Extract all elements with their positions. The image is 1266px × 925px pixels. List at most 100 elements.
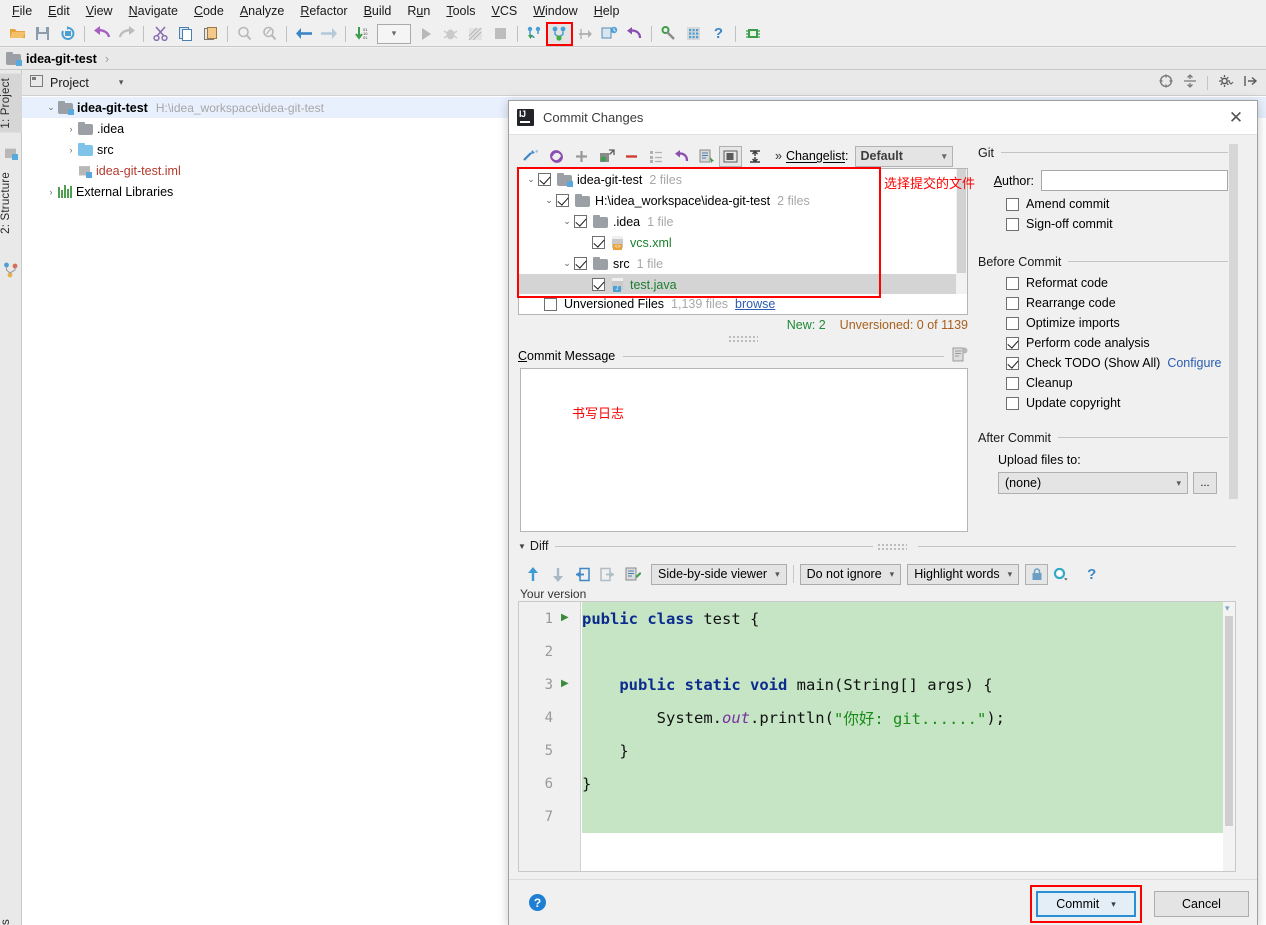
redo-icon[interactable] bbox=[114, 23, 139, 45]
project-structure-icon[interactable] bbox=[681, 23, 706, 45]
option-checkbox[interactable] bbox=[1006, 376, 1019, 390]
new-changelist-icon[interactable] bbox=[569, 145, 594, 167]
push-icon[interactable] bbox=[572, 23, 597, 45]
chevron-right-icon[interactable]: › bbox=[64, 145, 78, 155]
next-difference-icon[interactable] bbox=[545, 563, 570, 585]
run-coverage-icon[interactable] bbox=[463, 23, 488, 45]
tool-window-structure[interactable]: 2: Structure bbox=[0, 168, 22, 238]
group-by-directory-icon[interactable] bbox=[719, 145, 742, 167]
commit-button[interactable]: Commit ▾ bbox=[1036, 891, 1136, 917]
menu-item-tools[interactable]: Tools bbox=[438, 2, 483, 20]
author-field[interactable] bbox=[1041, 170, 1228, 191]
show-diff-preview-icon[interactable] bbox=[694, 145, 719, 167]
chevron-right-icon[interactable]: › bbox=[44, 187, 58, 197]
diff-viewer[interactable]: 1 ▶ 2 3 ▶ 4 5 6 7 public class test { public sta… bbox=[518, 601, 1236, 872]
changes-tree-row[interactable]: ⌄ .idea 1 file bbox=[519, 211, 967, 232]
menu-item-help[interactable]: Help bbox=[586, 2, 628, 20]
message-history-icon[interactable] bbox=[952, 347, 968, 365]
find-icon[interactable] bbox=[232, 23, 257, 45]
run-icon[interactable] bbox=[413, 23, 438, 45]
chevron-down-icon[interactable]: ⌄ bbox=[560, 216, 574, 227]
gear-icon[interactable] bbox=[1218, 74, 1234, 91]
open-folder-icon[interactable] bbox=[5, 23, 30, 45]
amend-commit-checkbox[interactable] bbox=[1006, 197, 1019, 211]
fold-marker-icon[interactable]: ▶ bbox=[561, 612, 569, 623]
rollback-icon[interactable] bbox=[622, 23, 647, 45]
compile-icon[interactable]: 01 10 01 bbox=[350, 23, 375, 45]
menu-item-window[interactable]: Window bbox=[525, 2, 585, 20]
changes-tree-row[interactable]: Jtest.java bbox=[519, 274, 967, 295]
menu-item-file[interactable]: File bbox=[4, 2, 40, 20]
hide-icon[interactable] bbox=[1244, 74, 1258, 91]
scrollbar-thumb[interactable] bbox=[1225, 616, 1233, 826]
option-cleanup[interactable]: Cleanup bbox=[978, 376, 1228, 390]
option-checkbox[interactable] bbox=[1006, 316, 1019, 330]
option-reformat-code[interactable]: Reformat code bbox=[978, 276, 1228, 290]
menu-item-view[interactable]: View bbox=[78, 2, 121, 20]
copy-icon[interactable] bbox=[173, 23, 198, 45]
breadcrumb-project-name[interactable]: idea-git-test bbox=[26, 52, 97, 66]
cancel-button[interactable]: Cancel bbox=[1154, 891, 1249, 917]
settings-icon[interactable] bbox=[656, 23, 681, 45]
gear-icon[interactable] bbox=[1048, 563, 1073, 585]
menu-item-vcs[interactable]: VCS bbox=[484, 2, 526, 20]
move-to-changelist-icon[interactable] bbox=[594, 145, 619, 167]
option-perform-code-analysis[interactable]: Perform code analysis bbox=[978, 336, 1228, 350]
chevron-down-icon[interactable]: ⌄ bbox=[542, 195, 556, 206]
option-amend-commit[interactable]: Amend commit bbox=[978, 197, 1228, 211]
edit-source-icon[interactable] bbox=[620, 563, 645, 585]
expand-collapse-icon[interactable] bbox=[742, 145, 767, 167]
close-icon[interactable]: ✕ bbox=[1223, 105, 1249, 131]
debug-icon[interactable] bbox=[438, 23, 463, 45]
scrollbar-thumb[interactable] bbox=[1229, 144, 1238, 499]
fold-marker-icon[interactable]: ▶ bbox=[561, 678, 569, 689]
browse-link[interactable]: browse bbox=[735, 297, 775, 311]
prev-difference-icon[interactable] bbox=[520, 563, 545, 585]
option-checkbox[interactable] bbox=[1006, 296, 1019, 310]
diff-scrollbar[interactable]: ▾ bbox=[1223, 602, 1235, 871]
menu-item-code[interactable]: Code bbox=[186, 2, 232, 20]
menu-item-navigate[interactable]: Navigate bbox=[121, 2, 186, 20]
highlight-mode-combo[interactable]: Highlight words ▾ bbox=[907, 563, 1020, 585]
paste-icon[interactable] bbox=[198, 23, 223, 45]
update-project-icon[interactable] bbox=[522, 23, 547, 45]
chevron-down-icon[interactable]: ⌄ bbox=[44, 102, 58, 113]
option-optimize-imports[interactable]: Optimize imports bbox=[978, 316, 1228, 330]
chevron-down-icon[interactable]: ▾ bbox=[119, 77, 124, 88]
compare-icon[interactable] bbox=[597, 23, 622, 45]
sync-icon[interactable] bbox=[55, 23, 80, 45]
changes-row-checkbox[interactable] bbox=[592, 278, 605, 291]
chevron-down-icon[interactable]: ▼ bbox=[518, 542, 526, 551]
tool-window-project[interactable]: 1: Project bbox=[0, 74, 22, 133]
back-icon[interactable] bbox=[291, 23, 316, 45]
lock-icon[interactable] bbox=[1025, 563, 1049, 585]
undo-icon[interactable] bbox=[89, 23, 114, 45]
replace-icon[interactable] bbox=[257, 23, 282, 45]
rollback-icon[interactable] bbox=[669, 145, 694, 167]
configure-link[interactable]: Configure bbox=[1167, 356, 1221, 370]
changelist-combo[interactable]: Default ▾ bbox=[854, 145, 953, 167]
run-configuration-combo[interactable]: ▾ bbox=[377, 23, 411, 44]
show-diff-icon[interactable] bbox=[519, 145, 544, 167]
unversioned-files-row[interactable]: Unversioned Files 1,139 files browse bbox=[518, 294, 968, 315]
stop-icon[interactable] bbox=[488, 23, 513, 45]
option-rearrange-code[interactable]: Rearrange code bbox=[978, 296, 1228, 310]
option-check-todo-show-all[interactable]: Check TODO (Show All) Configure bbox=[978, 356, 1228, 370]
option-checkbox[interactable] bbox=[1006, 396, 1019, 410]
apply-left-icon[interactable] bbox=[570, 563, 595, 585]
option-sign-off-commit[interactable]: Sign-off commit bbox=[978, 217, 1228, 231]
forward-icon[interactable] bbox=[316, 23, 341, 45]
help-icon[interactable]: ? bbox=[529, 894, 546, 911]
menu-item-analyze[interactable]: Analyze bbox=[232, 2, 292, 20]
sdk-icon[interactable] bbox=[740, 23, 765, 45]
collapse-target-icon[interactable] bbox=[1159, 74, 1173, 91]
menu-item-refactor[interactable]: Refactor bbox=[292, 2, 355, 20]
toolbar-overflow[interactable]: » bbox=[775, 149, 782, 163]
option-update-copyright[interactable]: Update copyright bbox=[978, 396, 1228, 410]
tool-window-favorites[interactable]: avorites bbox=[0, 915, 22, 925]
menu-item-edit[interactable]: Edit bbox=[40, 2, 78, 20]
diff-code[interactable]: public class test { public static void m… bbox=[582, 602, 1235, 871]
changes-row-checkbox[interactable] bbox=[574, 257, 587, 270]
upload-browse-button[interactable]: ... bbox=[1193, 472, 1217, 494]
menu-item-build[interactable]: Build bbox=[356, 2, 400, 20]
